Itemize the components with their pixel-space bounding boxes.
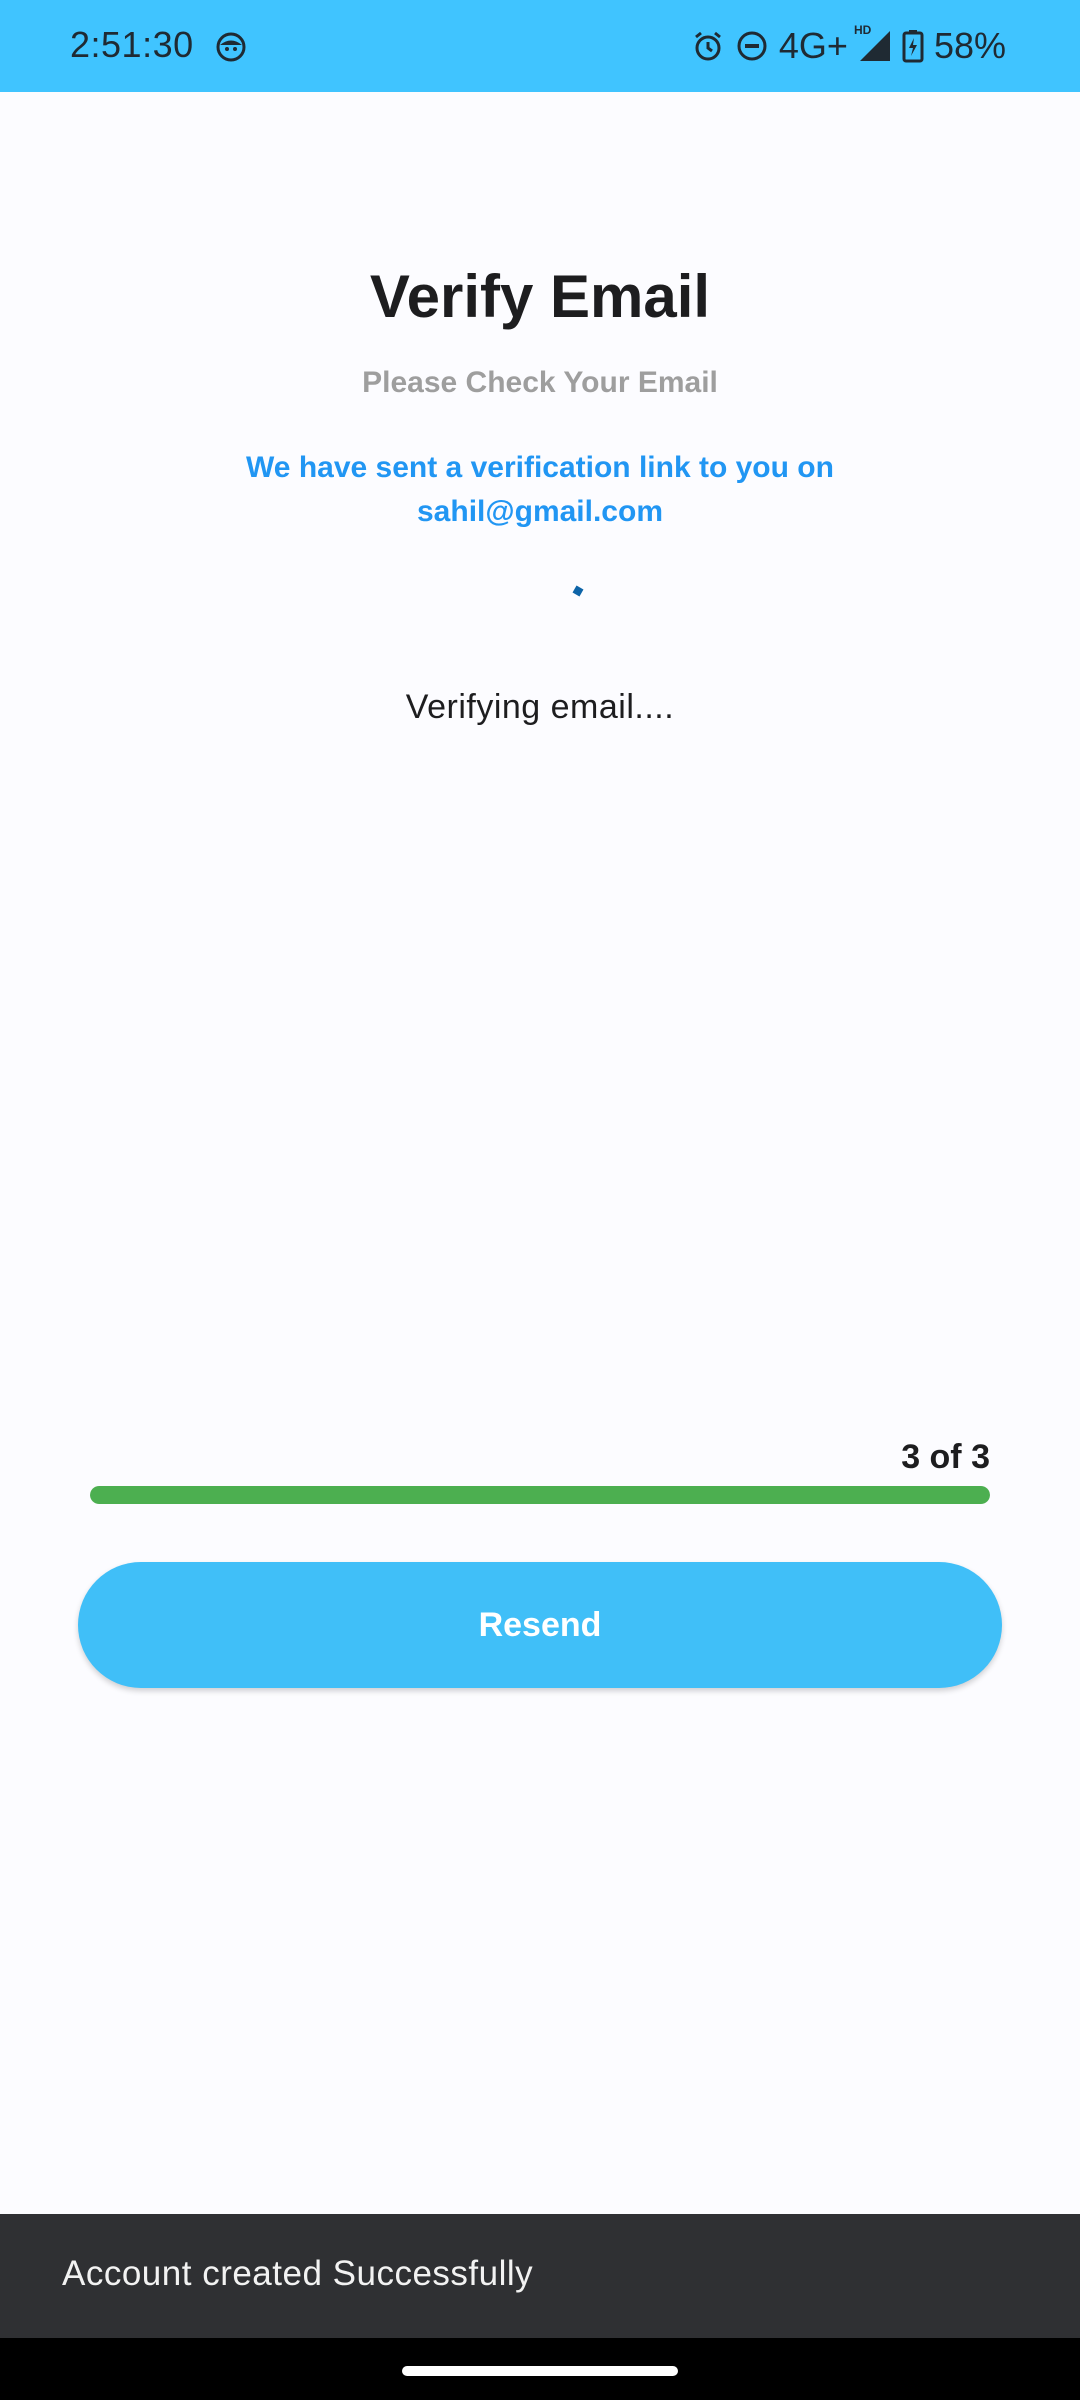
home-gesture-handle[interactable] xyxy=(402,2366,678,2376)
page-subtitle: Please Check Your Email xyxy=(362,366,718,399)
status-icons: 4G+ HD 58% xyxy=(691,23,1006,68)
verification-message-line: We have sent a verification link to you … xyxy=(246,451,834,484)
progress-bar xyxy=(90,1486,990,1504)
page-title: Verify Email xyxy=(369,263,711,330)
verification-message: We have sent a verification link to you … xyxy=(0,446,1080,534)
alarm-icon xyxy=(691,29,725,63)
verifying-status: Verifying email.... xyxy=(405,688,675,726)
network-type: 4G+ xyxy=(778,25,848,66)
snackbar: Account created Successfully xyxy=(0,2214,1080,2338)
status-time: 2:51:30 xyxy=(70,24,194,65)
loading-spinner xyxy=(572,584,584,597)
snackbar-message: Account created Successfully xyxy=(62,2254,534,2293)
battery-charging-icon xyxy=(902,29,924,63)
face-icon xyxy=(216,32,246,62)
progress-bar-fill xyxy=(90,1486,990,1504)
hd-label: HD xyxy=(853,23,872,37)
resend-button[interactable]: Resend xyxy=(78,1562,1002,1688)
battery-percent: 58% xyxy=(933,25,1006,66)
navigation-bar xyxy=(0,2338,1080,2400)
status-bar: 2:51:30 4G+ HD 58% xyxy=(0,0,1080,92)
verification-email: sahil@gmail.com xyxy=(417,495,663,528)
signal-icon: HD xyxy=(854,23,892,63)
step-counter: 3 of 3 xyxy=(901,1438,990,1476)
dnd-icon xyxy=(735,29,769,63)
